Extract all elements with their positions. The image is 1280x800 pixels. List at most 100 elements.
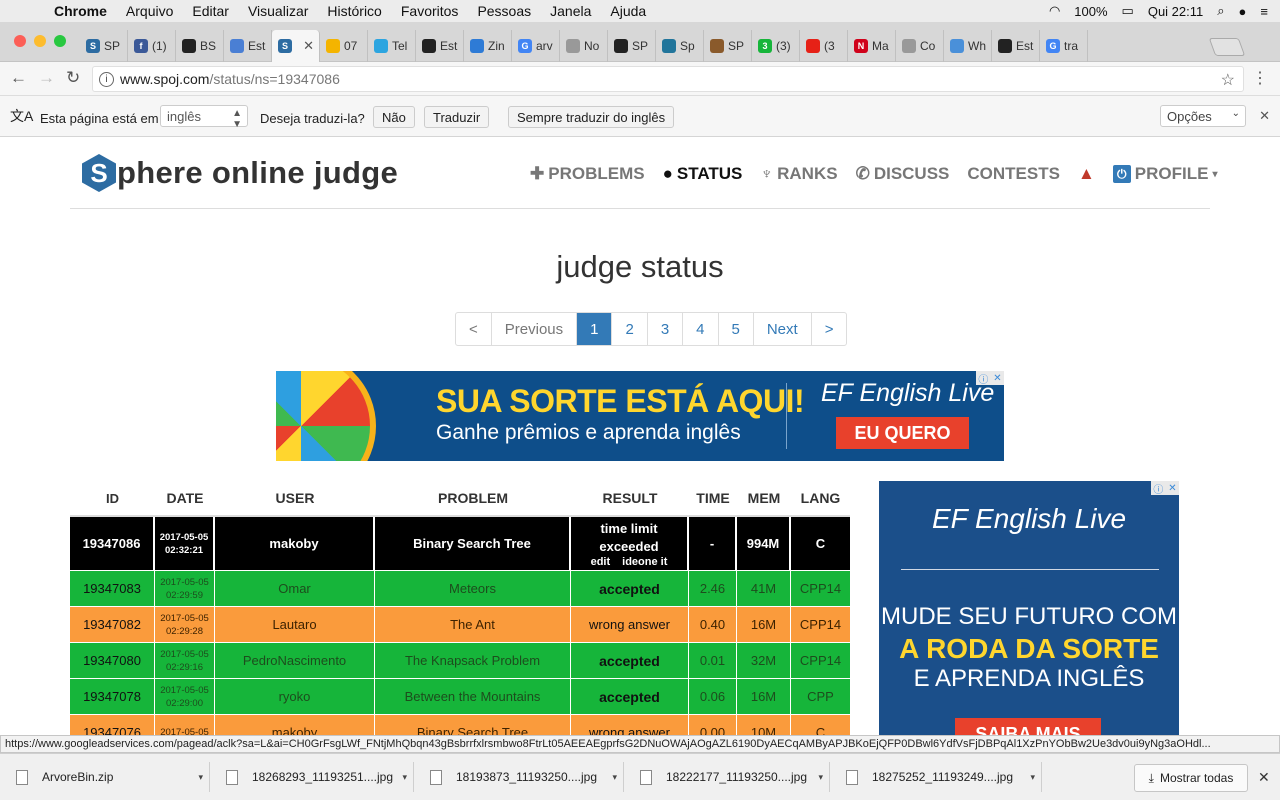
back-icon[interactable]: ← — [10, 68, 27, 88]
nav-contests[interactable]: CONTESTS — [967, 164, 1060, 184]
browser-tab[interactable]: Sp — [656, 30, 704, 62]
download-item[interactable]: ArvoreBin.zip ▾ — [8, 762, 210, 792]
close-translate-icon[interactable]: ✕ — [1259, 108, 1270, 124]
submission-problem[interactable]: The Ant — [375, 607, 571, 642]
nav-warning[interactable]: ▲ — [1078, 164, 1095, 184]
browser-tab[interactable]: BS — [176, 30, 224, 62]
show-all-downloads-button[interactable]: ⤓ Mostrar todas — [1134, 764, 1248, 792]
browser-tab[interactable]: Est — [992, 30, 1040, 62]
submission-problem[interactable]: Meteors — [375, 571, 571, 606]
reload-icon[interactable]: ↻ — [66, 68, 80, 88]
spotlight-icon[interactable]: ⌕ — [1217, 3, 1224, 19]
browser-tab[interactable]: Est — [224, 30, 272, 62]
menu-janela[interactable]: Janela — [550, 3, 591, 19]
submission-user[interactable]: Lautaro — [215, 607, 375, 642]
submission-id[interactable]: 19347083 — [70, 571, 155, 606]
battery-icon[interactable]: ▭ — [1122, 3, 1134, 19]
menu-favoritos[interactable]: Favoritos — [401, 3, 459, 19]
nav-status[interactable]: ● STATUS — [663, 164, 743, 184]
ideone-link[interactable]: ideone it — [622, 556, 667, 568]
browser-tab[interactable]: No — [560, 30, 608, 62]
submission-id[interactable]: 19347078 — [70, 679, 155, 714]
submission-problem[interactable]: Between the Mountains — [375, 679, 571, 714]
browser-tab[interactable]: Co — [896, 30, 944, 62]
submission-problem[interactable]: Binary Search Tree — [375, 715, 571, 735]
browser-tab[interactable]: S SP — [80, 30, 128, 62]
submission-user[interactable]: PedroNascimento — [215, 643, 375, 678]
nav-problems[interactable]: ✚ PROBLEMS — [530, 164, 645, 184]
menu-app-chrome[interactable]: Chrome — [54, 3, 107, 19]
pager-page-4[interactable]: 4 — [683, 313, 719, 345]
nav-discuss[interactable]: ✆ DISCUSS — [856, 164, 950, 184]
nav-ranks[interactable]: ♆ RANKS — [760, 164, 837, 184]
browser-tab[interactable]: S ✕ — [272, 30, 320, 62]
forward-icon[interactable]: → — [38, 68, 55, 88]
pager-page-2[interactable]: 2 — [612, 313, 648, 345]
nav-profile[interactable]: ⏻ PROFILE ▾ — [1112, 164, 1217, 184]
browser-tab[interactable]: SP — [608, 30, 656, 62]
submission-user[interactable]: makoby — [215, 715, 375, 735]
menu-editar[interactable]: Editar — [192, 3, 229, 19]
browser-tab[interactable]: Wh — [944, 30, 992, 62]
chevron-down-icon[interactable]: ▾ — [198, 772, 203, 783]
pager-page-3[interactable]: 3 — [648, 313, 684, 345]
edit-link[interactable]: edit — [591, 556, 611, 568]
pager-page-5[interactable]: 5 — [719, 313, 754, 345]
minimize-window-button[interactable] — [34, 35, 46, 47]
download-item[interactable]: 18268293_11193251....jpg ▾ — [218, 762, 414, 792]
chevron-down-icon[interactable]: ▾ — [1030, 772, 1035, 783]
submission-id[interactable]: 19347086 — [70, 517, 155, 570]
close-tab-icon[interactable]: ✕ — [303, 38, 314, 54]
menu-kebab-icon[interactable]: ⋮ — [1252, 68, 1268, 88]
browser-tab[interactable]: SP — [704, 30, 752, 62]
submission-user[interactable]: Omar — [215, 571, 375, 606]
translate-button[interactable]: Traduzir — [424, 106, 490, 128]
submission-problem[interactable]: The Knapsack Problem — [375, 643, 571, 678]
zoom-window-button[interactable] — [54, 35, 66, 47]
url-text[interactable]: www.spoj.com/status/ns=19347086 — [120, 71, 340, 87]
submission-user[interactable]: makoby — [215, 517, 375, 570]
pager-last[interactable]: > — [812, 313, 847, 345]
menu-historico[interactable]: Histórico — [327, 3, 381, 19]
user-avatar-icon[interactable]: ● — [1239, 4, 1247, 19]
submission-problem[interactable]: Binary Search Tree — [375, 517, 571, 570]
pager-previous[interactable]: Previous — [492, 313, 578, 345]
browser-tab[interactable]: Gtra — [1040, 30, 1088, 62]
ad-sidebar[interactable]: EF English Live MUDE SEU FUTURO COM A RO… — [879, 481, 1179, 735]
chevron-down-icon[interactable]: ▾ — [402, 772, 407, 783]
clock[interactable]: Qui 22:11 — [1148, 4, 1203, 19]
browser-tab[interactable]: N Ma — [848, 30, 896, 62]
browser-tab[interactable]: Zin — [464, 30, 512, 62]
pager-page-1[interactable]: 1 — [577, 313, 613, 345]
no-translate-button[interactable]: Não — [373, 106, 415, 128]
chevron-down-icon[interactable]: ▾ — [612, 772, 617, 783]
chevron-down-icon[interactable]: ▾ — [818, 772, 823, 783]
browser-tab[interactable]: 07 — [320, 30, 368, 62]
download-item[interactable]: 18222177_11193250....jpg ▾ — [632, 762, 830, 792]
submission-user[interactable]: ryoko — [215, 679, 375, 714]
site-logo[interactable]: S phere online judge — [82, 154, 398, 192]
ad-banner[interactable]: SUA SORTE ESTÁ AQUI! Ganhe prêmios e apr… — [276, 371, 1004, 461]
submission-id[interactable]: 19347082 — [70, 607, 155, 642]
notification-center-icon[interactable]: ≡ — [1260, 4, 1268, 19]
browser-tab[interactable]: (3 — [800, 30, 848, 62]
address-bar[interactable]: i www.spoj.com/status/ns=19347086 ☆ — [92, 66, 1244, 92]
options-select[interactable]: Opções ⌄ — [1160, 105, 1246, 127]
pager-first[interactable]: < — [456, 313, 492, 345]
close-window-button[interactable] — [14, 35, 26, 47]
info-icon[interactable]: i — [99, 72, 114, 87]
adchoices-icon[interactable]: ⓘ ✕ — [1151, 481, 1179, 496]
browser-tab[interactable]: Garv — [512, 30, 560, 62]
bookmark-star-icon[interactable]: ☆ — [1221, 70, 1235, 90]
download-item[interactable]: 18275252_11193249....jpg ▾ — [838, 762, 1042, 792]
menu-pessoas[interactable]: Pessoas — [477, 3, 531, 19]
pager-next[interactable]: Next — [754, 313, 812, 345]
wifi-icon[interactable]: ◠ — [1049, 3, 1060, 19]
menu-ajuda[interactable]: Ajuda — [610, 3, 646, 19]
submission-id[interactable]: 19347076 — [70, 715, 155, 735]
menu-arquivo[interactable]: Arquivo — [126, 3, 173, 19]
close-shelf-icon[interactable]: ✕ — [1258, 769, 1270, 786]
browser-tab[interactable]: f (1) — [128, 30, 176, 62]
always-translate-button[interactable]: Sempre traduzir do inglês — [508, 106, 675, 128]
menu-visualizar[interactable]: Visualizar — [248, 3, 308, 19]
